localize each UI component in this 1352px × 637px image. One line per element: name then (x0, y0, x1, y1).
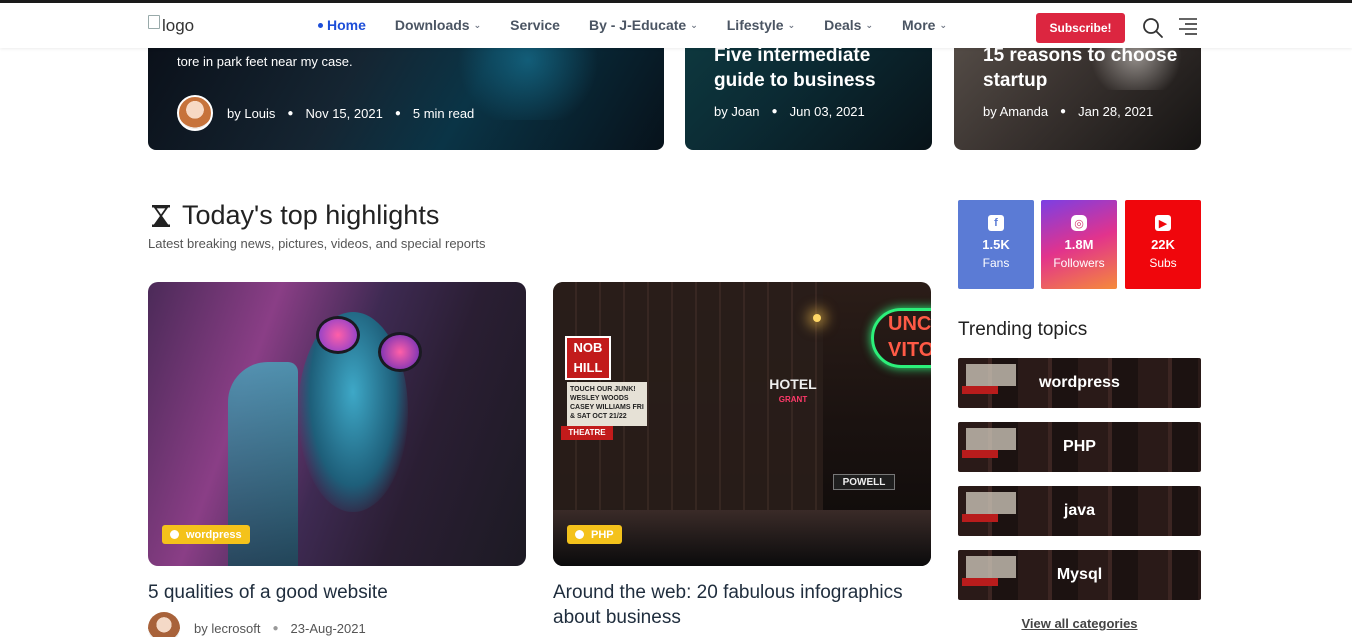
instagram-icon: ◎ (1071, 215, 1087, 231)
chevron-down-icon: ⌄ (690, 19, 698, 30)
social-label: Subs (1149, 256, 1177, 270)
card-snippet: tore in park feet near my case. (177, 54, 353, 69)
author-link[interactable]: by Louis (227, 106, 275, 121)
youtube-icon: ▶ (1155, 215, 1171, 231)
main-nav: Home Downloads ⌄ Service By - J-Educate … (318, 17, 976, 33)
post-date: 23-Aug-2021 (290, 620, 366, 636)
separator-dot: ● (1060, 106, 1067, 117)
image-sign: UNC VITO (871, 308, 931, 368)
post-title[interactable]: Around the web: 20 fabulous infographics… (553, 580, 931, 630)
youtube-subscribe-button[interactable]: ▶ 22K Subs (1125, 200, 1201, 289)
facebook-icon: f (988, 215, 1004, 231)
instagram-follow-button[interactable]: ◎ 1.8M Followers (1041, 200, 1117, 289)
post-image-2[interactable]: NOB HILL TOUCH OUR JUNK! WESLEY WOODS CA… (553, 282, 931, 566)
topic-java[interactable]: java (958, 486, 1201, 536)
social-count: 1.5K (982, 237, 1010, 252)
topic-label: Mysql (1056, 566, 1103, 583)
menu-icon[interactable] (1177, 17, 1199, 37)
image-sign: NOB HILL (565, 336, 611, 380)
topic-label: wordpress (1039, 374, 1120, 391)
topic-wordpress[interactable]: wordpress (958, 358, 1201, 408)
image-detail (813, 314, 821, 322)
author-link[interactable]: by Joan (714, 104, 760, 119)
post-date: Jan 28, 2021 (1078, 104, 1154, 119)
nav-item-by-j-educate[interactable]: By - J-Educate ⌄ (589, 17, 698, 33)
hourglass-icon (152, 205, 170, 227)
author-link[interactable]: by Amanda (983, 104, 1048, 119)
post-title[interactable]: 5 qualities of a good website (148, 580, 526, 605)
logo-alt-text: logo (162, 16, 195, 35)
image-sign: TOUCH OUR JUNK! WESLEY WOODS CASEY WILLI… (567, 382, 647, 426)
post-meta: by lecrosoft ● 23-Aug-2021 (148, 612, 366, 637)
view-all-categories-link[interactable]: View all categories (958, 616, 1201, 631)
top-navbar: logo Home Downloads ⌄ Service By - J-Edu… (0, 0, 1352, 48)
badge-dot-icon (575, 530, 584, 539)
social-label: Fans (982, 256, 1010, 270)
nav-label: Service (510, 17, 560, 33)
broken-image-icon (148, 15, 160, 29)
badge-dot-icon (170, 530, 179, 539)
category-badge[interactable]: PHP (567, 525, 622, 544)
image-detail (378, 332, 422, 372)
chevron-down-icon: ⌄ (939, 19, 948, 30)
card-meta: by Louis ● Nov 15, 2021 ● 5 min read (177, 95, 474, 131)
nav-label: Home (327, 17, 366, 33)
card-meta: by Amanda ● Jan 28, 2021 (983, 104, 1153, 119)
social-count: 1.8M (1064, 237, 1094, 252)
active-dot-icon (318, 22, 323, 28)
image-sign: HOTEL GRANT (763, 376, 823, 408)
badge-label: PHP (591, 528, 614, 541)
topic-label: java (1063, 502, 1096, 519)
social-label: Followers (1053, 256, 1105, 270)
image-sign-text: HOTEL (769, 376, 817, 392)
nav-item-lifestyle[interactable]: Lifestyle ⌄ (727, 17, 795, 33)
post-image-1[interactable]: wordpress (148, 282, 526, 566)
topic-php[interactable]: PHP (958, 422, 1201, 472)
chevron-down-icon: ⌄ (865, 19, 874, 30)
nav-label: More (902, 17, 936, 33)
card-title[interactable]: Five intermediate guide to business (714, 43, 924, 93)
facebook-follow-button[interactable]: f 1.5K Fans (958, 200, 1034, 289)
separator-dot: ● (272, 622, 279, 634)
search-icon[interactable] (1142, 17, 1164, 39)
separator-dot: ● (771, 106, 778, 117)
badge-label: wordpress (186, 528, 242, 541)
nav-label: By - J-Educate (588, 17, 687, 33)
section-subtitle: Latest breaking news, pictures, videos, … (148, 236, 486, 251)
category-badge[interactable]: wordpress (162, 525, 250, 544)
nav-item-downloads[interactable]: Downloads ⌄ (395, 17, 481, 33)
social-count: 22K (1151, 237, 1175, 252)
image-sign: THEATRE (561, 426, 613, 440)
author-link[interactable]: by lecrosoft (194, 621, 260, 636)
nav-item-service[interactable]: Service (510, 17, 560, 33)
post-date: Jun 03, 2021 (789, 104, 865, 119)
avatar[interactable] (177, 95, 213, 131)
separator-dot: ● (394, 107, 401, 119)
avatar[interactable] (148, 612, 180, 637)
nav-label: Deals (824, 17, 862, 33)
topic-label: PHP (1063, 438, 1096, 455)
chevron-down-icon: ⌄ (473, 19, 482, 30)
nav-label: Lifestyle (726, 17, 784, 33)
read-time: 5 min read (412, 105, 475, 121)
section-title: Today's top highlights (182, 200, 440, 230)
image-detail (316, 316, 360, 354)
topic-mysql[interactable]: Mysql (958, 550, 1201, 600)
chevron-down-icon: ⌄ (787, 19, 796, 30)
nav-item-deals[interactable]: Deals ⌄ (824, 17, 873, 33)
nav-label: Downloads (394, 17, 470, 33)
image-sign: POWELL (833, 474, 895, 490)
card-title[interactable]: 15 reasons to choose startup (983, 43, 1193, 93)
card-meta: by Joan ● Jun 03, 2021 (714, 104, 865, 119)
image-sign-text: GRANT (778, 395, 808, 404)
subscribe-button[interactable]: Subscribe! (1036, 13, 1125, 43)
post-date: Nov 15, 2021 (305, 105, 383, 121)
nav-item-home[interactable]: Home (318, 17, 366, 33)
separator-dot: ● (287, 107, 294, 119)
trending-title: Trending topics (958, 319, 1088, 340)
site-logo[interactable]: logo (148, 15, 195, 36)
nav-item-more[interactable]: More ⌄ (902, 17, 947, 33)
